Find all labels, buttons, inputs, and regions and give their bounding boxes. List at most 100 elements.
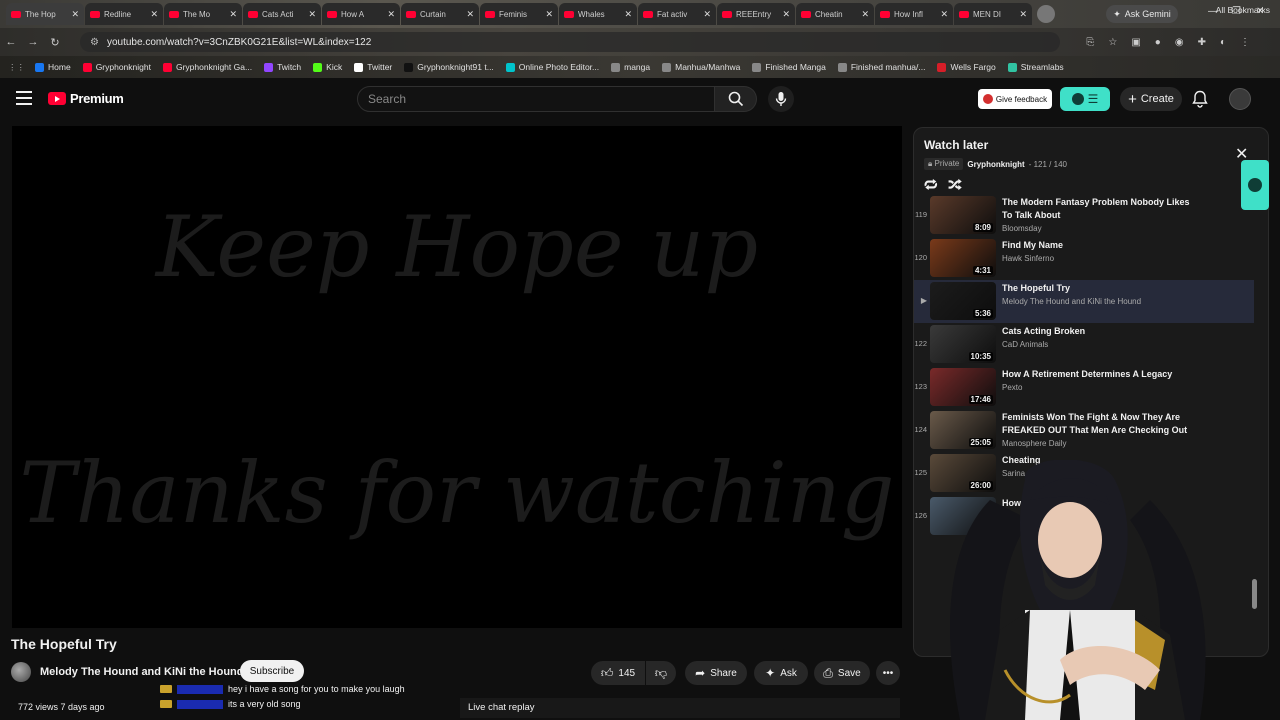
- bookmark-link[interactable]: Manhua/Manhwa: [662, 62, 740, 72]
- close-tab-icon[interactable]: ✕: [308, 9, 316, 20]
- item-title[interactable]: Feminists Won The Fight & Now They Are F…: [1002, 411, 1202, 437]
- video-thumbnail[interactable]: 25:05: [930, 411, 996, 449]
- give-feedback-button[interactable]: Give feedback: [978, 89, 1052, 109]
- youtube-logo[interactable]: Premium: [48, 91, 124, 106]
- playlist-item[interactable]: 123 17:46 How A Retirement Determines A Le…: [914, 366, 1254, 409]
- browser-tab[interactable]: Feminis ✕: [480, 3, 558, 25]
- playlist-owner[interactable]: Gryphonknight: [967, 160, 1024, 169]
- close-tab-icon[interactable]: ✕: [703, 9, 711, 20]
- playlist-item[interactable]: ▶ 5:36 The Hopeful Try Melody The Hound and…: [914, 280, 1254, 323]
- all-bookmarks-link[interactable]: All Bookmarks: [1216, 5, 1270, 15]
- bookmark-link[interactable]: Twitter: [354, 62, 392, 72]
- save-button[interactable]: ⎙ Save: [814, 661, 870, 685]
- extension-side-button[interactable]: [1241, 160, 1269, 210]
- video-thumbnail[interactable]: 8:09: [930, 196, 996, 234]
- channel-avatar[interactable]: [11, 662, 31, 682]
- browser-tab[interactable]: The Mo ✕: [164, 3, 242, 25]
- close-tab-icon[interactable]: ✕: [861, 9, 869, 20]
- video-thumbnail[interactable]: 10:35: [930, 325, 996, 363]
- view-count-date[interactable]: 772 views 7 days ago: [18, 702, 105, 712]
- browser-tab[interactable]: Whales ✕: [559, 3, 637, 25]
- close-tab-icon[interactable]: ✕: [71, 9, 79, 20]
- loop-icon[interactable]: 🔁︎: [924, 174, 938, 195]
- bookmark-link[interactable]: Finished Manga: [752, 62, 826, 72]
- browser-tab[interactable]: How A ✕: [322, 3, 400, 25]
- close-tab-icon[interactable]: ✕: [940, 9, 948, 20]
- item-title[interactable]: The Modern Fantasy Problem Nobody Likes …: [1002, 196, 1202, 222]
- item-title[interactable]: The Hopeful Try: [1002, 282, 1202, 295]
- browser-tab[interactable]: How Infl ✕: [875, 3, 953, 25]
- extension-icon[interactable]: ▣: [1131, 37, 1140, 48]
- address-bar[interactable]: ⚙ youtube.com/watch?v=3CnZBK0G21E&list=W…: [80, 32, 1060, 52]
- video-thumbnail[interactable]: 4:31: [930, 239, 996, 277]
- close-tab-icon[interactable]: ✕: [229, 9, 237, 20]
- puzzle-icon[interactable]: ✚: [1198, 37, 1206, 48]
- browser-tab[interactable]: MEN DI ✕: [954, 3, 1032, 25]
- playlist-title[interactable]: Watch later: [924, 138, 1067, 152]
- bookmark-link[interactable]: Kick: [313, 62, 342, 72]
- like-button[interactable]: 👍︎ 145: [591, 661, 645, 685]
- back-icon[interactable]: ←: [0, 36, 22, 48]
- browser-tab[interactable]: Redline ✕: [85, 3, 163, 25]
- video-thumbnail[interactable]: 17:46: [930, 368, 996, 406]
- browser-tab[interactable]: Cats Acti ✕: [243, 3, 321, 25]
- notifications-bell-icon[interactable]: [1192, 90, 1208, 108]
- site-info-icon[interactable]: ⚙: [90, 37, 99, 48]
- extension-icon[interactable]: ◉: [1175, 37, 1184, 48]
- search-input[interactable]: Search: [357, 86, 715, 112]
- reload-icon[interactable]: ↻: [44, 36, 66, 49]
- bookmark-link[interactable]: Wells Fargo: [937, 62, 996, 72]
- bookmark-star-icon[interactable]: ☆: [1108, 37, 1117, 48]
- more-actions-button[interactable]: •••: [876, 661, 900, 685]
- close-tab-icon[interactable]: ✕: [466, 9, 474, 20]
- apps-icon[interactable]: ⋮⋮: [8, 62, 25, 73]
- ask-button[interactable]: ✦ Ask: [754, 661, 808, 685]
- close-tab-icon[interactable]: ✕: [1019, 9, 1027, 20]
- close-tab-icon[interactable]: ✕: [387, 9, 395, 20]
- install-icon[interactable]: ⎘: [1086, 37, 1094, 48]
- playlist-scrollbar[interactable]: [1252, 194, 1258, 654]
- create-button[interactable]: + Create: [1120, 87, 1182, 111]
- bookmark-link[interactable]: Gryphonknight: [82, 62, 151, 72]
- browser-tab[interactable]: Fat activ ✕: [638, 3, 716, 25]
- extension-button[interactable]: ☰: [1060, 87, 1110, 111]
- bookmark-link[interactable]: Finished manhua/...: [837, 62, 925, 72]
- playlist-item[interactable]: 119 8:09 The Modern Fantasy Problem Nobody…: [914, 194, 1254, 237]
- shuffle-icon[interactable]: 🔀︎: [948, 174, 962, 195]
- forward-icon[interactable]: →: [22, 36, 44, 48]
- item-title[interactable]: Find My Name: [1002, 239, 1202, 252]
- subscribe-button[interactable]: Subscribe: [240, 660, 304, 682]
- channel-name[interactable]: Melody The Hound and KiNi the Hound: [40, 666, 243, 678]
- item-title[interactable]: Cats Acting Broken: [1002, 325, 1202, 338]
- browser-tab[interactable]: Cheatin ✕: [796, 3, 874, 25]
- video-player[interactable]: Keep Hope up Thanks for watching: [12, 126, 902, 628]
- bookmark-link[interactable]: Online Photo Editor...: [505, 62, 599, 72]
- ask-gemini-button[interactable]: ✦ Ask Gemini: [1106, 5, 1178, 23]
- bookmark-link[interactable]: Home: [35, 62, 71, 72]
- playlist-item[interactable]: 122 10:35 Cats Acting Broken CaD Animals: [914, 323, 1254, 366]
- menu-icon[interactable]: ⋮: [1240, 37, 1250, 48]
- bookmark-link[interactable]: Streamlabs: [1007, 62, 1064, 72]
- share-button[interactable]: ➦ Share: [685, 661, 747, 685]
- browser-tab[interactable]: REEEntry ✕: [717, 3, 795, 25]
- browser-tab[interactable]: The Hop ✕: [6, 3, 84, 25]
- playlist-item[interactable]: 124 25:05 Feminists Won The Fight & Now Th…: [914, 409, 1254, 452]
- scrollbar-thumb[interactable]: [1252, 579, 1257, 609]
- live-chat-replay-header[interactable]: Live chat replay: [460, 698, 900, 718]
- item-title[interactable]: How A Retirement Determines A Legacy: [1002, 368, 1202, 381]
- dislike-button[interactable]: 👎︎: [646, 661, 676, 685]
- voice-search-button[interactable]: [768, 86, 794, 112]
- close-tab-icon[interactable]: ✕: [782, 9, 790, 20]
- bookmark-link[interactable]: Twitch: [264, 62, 301, 72]
- browser-tab[interactable]: Curtain ✕: [401, 3, 479, 25]
- bookmark-link[interactable]: Gryphonknight91 t...: [404, 62, 494, 72]
- extension-icon[interactable]: ●: [1155, 37, 1161, 48]
- close-tab-icon[interactable]: ✕: [545, 9, 553, 20]
- bookmark-link[interactable]: manga: [611, 62, 650, 72]
- profile-icon[interactable]: ◐: [1220, 37, 1226, 48]
- search-button[interactable]: [715, 86, 757, 112]
- video-thumbnail[interactable]: 5:36: [930, 282, 996, 320]
- playlist-item[interactable]: 120 4:31 Find My Name Hawk Sinferno: [914, 237, 1254, 280]
- account-avatar[interactable]: [1229, 88, 1251, 110]
- close-tab-icon[interactable]: ✕: [150, 9, 158, 20]
